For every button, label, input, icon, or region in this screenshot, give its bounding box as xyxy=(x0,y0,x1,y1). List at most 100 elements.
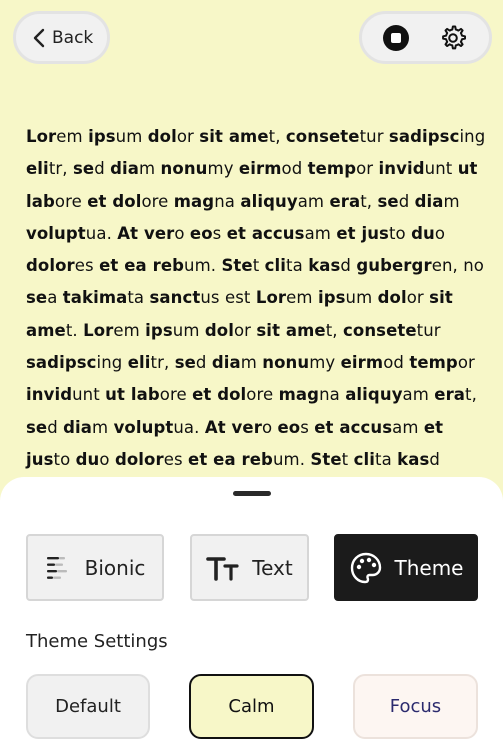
word-regular-part: no xyxy=(463,256,484,276)
mode-theme-label: Theme xyxy=(394,555,464,580)
word-regular-part: am xyxy=(304,223,337,243)
word-regular-part: t xyxy=(341,449,354,469)
word-bold-part: sit xyxy=(199,127,229,146)
word-regular-part: ing xyxy=(459,127,486,146)
gear-icon[interactable] xyxy=(438,23,468,53)
word-bold-part: et xyxy=(423,417,444,437)
word-bold-part: Ste xyxy=(221,256,253,276)
word-bold-part: accus xyxy=(251,223,305,243)
word-regular-part: na xyxy=(214,191,241,211)
word-bold-part: accus xyxy=(339,417,393,437)
word-bold-part: At xyxy=(204,417,232,437)
word-bold-part: ea xyxy=(124,256,153,276)
sheet-grabber[interactable] xyxy=(233,491,271,496)
word-bold-part: aliquy xyxy=(345,385,403,405)
word-bold-part: lab xyxy=(130,385,160,405)
theme-calm-button[interactable]: Calm xyxy=(189,674,314,739)
word-regular-part: es xyxy=(74,256,100,276)
word-regular-part: or xyxy=(457,353,475,373)
mode-theme-button[interactable]: Theme xyxy=(334,534,478,601)
word-bold-part: era xyxy=(434,385,466,405)
word-bold-part: ame xyxy=(228,127,269,146)
word-regular-part: ta xyxy=(127,288,150,308)
word-regular-part: t xyxy=(252,256,265,276)
word-bold-part: cli xyxy=(264,256,287,276)
word-bold-part: sadipsc xyxy=(26,353,97,373)
word-regular-part: es xyxy=(163,449,189,469)
word-regular-part: um xyxy=(345,288,378,308)
word-regular-part: am xyxy=(402,385,435,405)
word-regular-part: um. xyxy=(272,449,311,469)
word-bold-part: kas xyxy=(308,256,341,276)
word-regular-part: em xyxy=(56,127,89,146)
word-bold-part: dia xyxy=(211,353,241,373)
word-regular-part: t, xyxy=(360,191,378,211)
word-regular-part: o xyxy=(434,223,446,243)
word-bold-part: invid xyxy=(26,385,73,405)
word-regular-part: my xyxy=(309,353,341,373)
back-button[interactable]: Back xyxy=(13,11,110,64)
word-bold-part: dol xyxy=(147,127,177,146)
palette-icon xyxy=(349,551,383,585)
word-regular-part: m xyxy=(443,191,460,211)
stop-icon[interactable] xyxy=(382,24,409,51)
word-regular-part: or xyxy=(176,127,200,146)
mode-bionic-button[interactable]: Bionic xyxy=(26,534,164,601)
word-bold-part: du xyxy=(75,449,100,469)
settings-sheet: Bionic Text Theme Theme Settings Default… xyxy=(0,477,503,753)
word-bold-part: du xyxy=(411,223,435,243)
word-bold-part: jus xyxy=(26,449,54,469)
word-bold-part: mag xyxy=(278,385,320,405)
word-regular-part: or xyxy=(406,288,430,308)
word-bold-part: Lor xyxy=(255,288,287,308)
word-regular-part: d xyxy=(429,449,440,469)
word-regular-part: am xyxy=(297,191,330,211)
word-regular-part: us xyxy=(200,288,225,308)
word-regular-part: tur xyxy=(359,127,389,146)
word-regular-part: m xyxy=(139,159,161,179)
word-regular-part: ua. xyxy=(85,223,118,243)
word-bold-part: kas xyxy=(397,449,430,469)
word-regular-part: t, xyxy=(268,127,286,146)
word-regular-part: s xyxy=(300,417,315,437)
word-bold-part: ver xyxy=(143,223,175,243)
word-bold-part: ame xyxy=(285,320,326,340)
word-bold-part: dol xyxy=(377,288,407,308)
word-bold-part: et xyxy=(226,223,252,243)
word-bold-part: dol xyxy=(217,385,247,405)
word-bold-part: dol xyxy=(204,320,234,340)
word-bold-part: eli xyxy=(26,159,49,179)
theme-focus-button[interactable]: Focus xyxy=(353,674,478,739)
word-bold-part: et xyxy=(87,191,113,211)
word-regular-part: t, xyxy=(325,320,343,340)
word-regular-part: s xyxy=(212,223,227,243)
word-regular-part: em xyxy=(113,320,146,340)
word-regular-part: od xyxy=(281,159,308,179)
word-regular-part: my xyxy=(207,159,239,179)
theme-default-button[interactable]: Default xyxy=(26,674,150,739)
word-regular-part: t, xyxy=(465,385,477,405)
word-regular-part: tur xyxy=(416,320,441,340)
word-bold-part: et xyxy=(314,417,340,437)
bionic-reading-text: Lorem ipsum dolor sit amet, consetetur s… xyxy=(26,121,486,509)
word-bold-part: volupt xyxy=(26,223,86,243)
word-bold-part: invid xyxy=(378,159,425,179)
mode-text-button[interactable]: Text xyxy=(190,534,309,601)
word-bold-part: sadipsc xyxy=(388,127,460,146)
word-bold-part: consete xyxy=(285,127,360,146)
word-regular-part: ore xyxy=(54,191,88,211)
word-regular-part: tr, xyxy=(48,159,73,179)
word-bold-part: gubergr xyxy=(356,256,432,276)
word-regular-part: unt xyxy=(72,385,106,405)
theme-default-label: Default xyxy=(55,696,121,717)
word-regular-part: um xyxy=(115,127,148,146)
word-regular-part: um. xyxy=(184,256,222,276)
word-regular-part: d xyxy=(398,191,415,211)
word-bold-part: temp xyxy=(409,353,458,373)
word-bold-part: cli xyxy=(353,449,375,469)
word-bold-part: ips xyxy=(317,288,346,308)
word-bold-part: nonu xyxy=(160,159,208,179)
word-bold-part: ips xyxy=(88,127,116,146)
bionic-lines-icon xyxy=(45,555,73,581)
word-bold-part: takima xyxy=(62,288,128,308)
